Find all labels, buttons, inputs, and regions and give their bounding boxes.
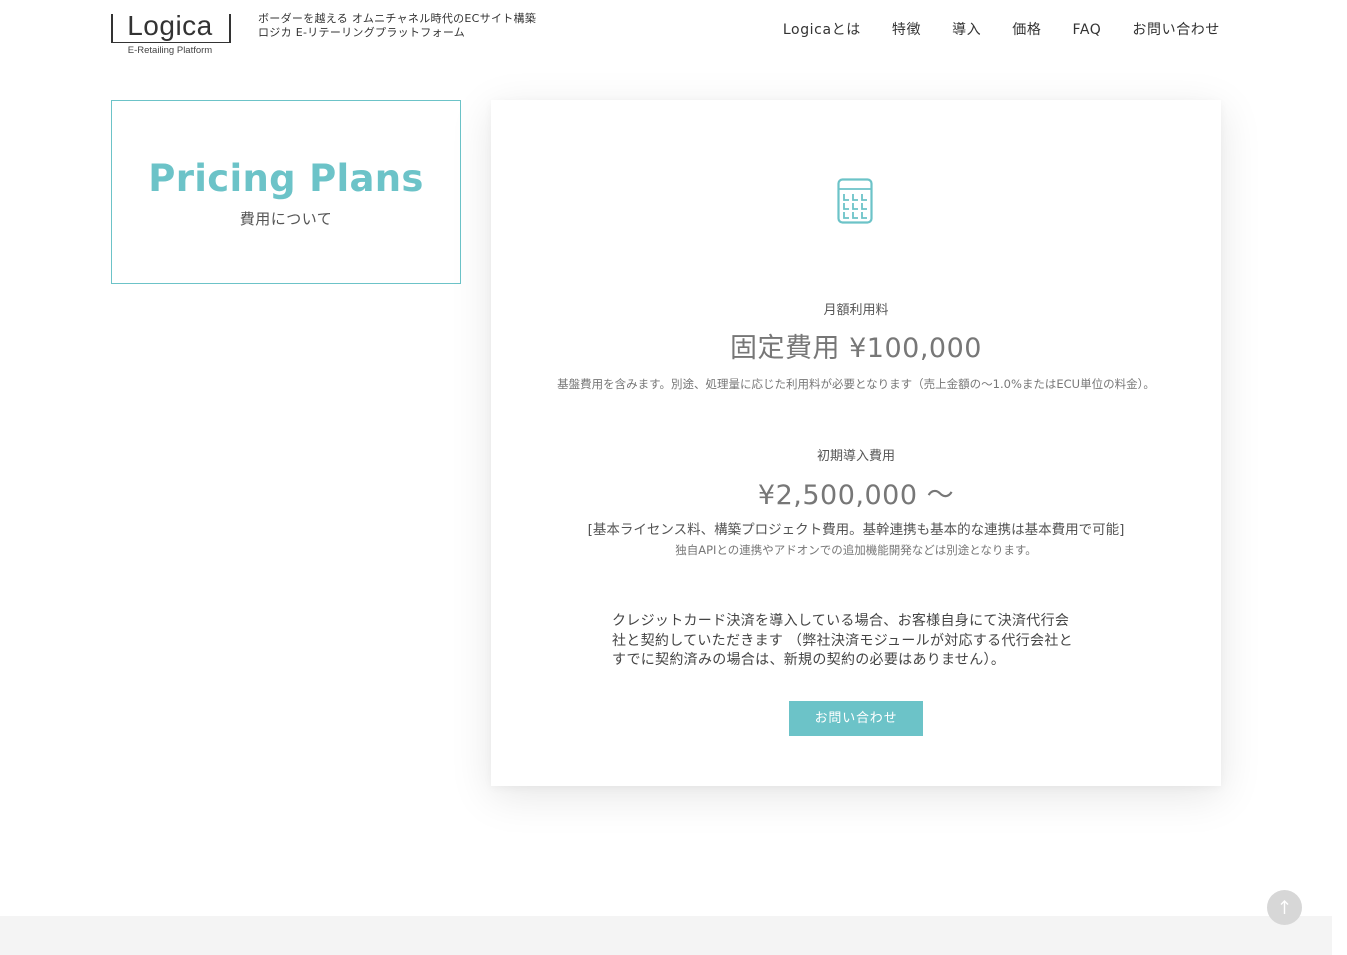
nav-item-pricing[interactable]: 価格 [1012, 20, 1041, 40]
arrow-up-icon [1280, 900, 1289, 914]
initial-fee-label: 初期導入費用 [816, 449, 895, 464]
site-tagline: ボーダーを越える オムニチャネル時代のECサイト構築 ロジカ E-リテーリングプ… [258, 12, 536, 40]
footer-band [0, 916, 1332, 955]
logo-wordmark: Logica [127, 10, 213, 41]
nav-item-contact[interactable]: お問い合わせ [1132, 20, 1220, 40]
payment-note-line-3: すでに契約済みの場合は、新規の契約の必要はありません）。 [612, 652, 1006, 668]
contact-button[interactable]: お問い合わせ [789, 701, 923, 736]
monthly-fee-note: 基盤費用を含みます。別途、処理量に応じた利用料が必要となります（売上金額の〜1.… [557, 377, 1155, 391]
nav-item-about[interactable]: Logicaとは [783, 20, 861, 40]
tagline-line-2: ロジカ E-リテーリングプラットフォーム [258, 26, 466, 39]
monthly-fee-label: 月額利用料 [823, 303, 889, 318]
page-title: Pricing Plans [148, 157, 424, 200]
site-logo[interactable]: Logica E-Retailing Platform [111, 10, 231, 58]
site-header: Logica E-Retailing Platform ボーダーを越える オムニ… [0, 0, 1332, 60]
initial-fee-note-sub: 独自APIとの連携やアドオンでの追加機能開発などは別途となります。 [675, 543, 1037, 557]
initial-fee-price: ¥2,500,000 〜 [757, 480, 955, 511]
nav-item-faq[interactable]: FAQ [1072, 20, 1101, 40]
logo-subtitle: E-Retailing Platform [127, 45, 213, 56]
main-nav: Logicaとは 特徴 導入 価格 FAQ お問い合わせ [783, 20, 1220, 40]
nav-item-introduction[interactable]: 導入 [952, 20, 981, 40]
calculator-icon [837, 178, 873, 224]
scroll-to-top-button[interactable] [1267, 890, 1302, 925]
payment-note-line-2: 社と契約していただきます （弊社決済モジュールが対応する代行会社と [612, 632, 1073, 649]
monthly-fee-price: 固定費用 ¥100,000 [730, 333, 982, 364]
pricing-title-box: Pricing Plans 費用について [111, 100, 461, 284]
pricing-card: 月額利用料 固定費用 ¥100,000 基盤費用を含みます。別途、処理量に応じた… [491, 100, 1221, 786]
payment-note-line-1: クレジットカード決済を導入している場合、お客様自身にて決済代行会 [612, 613, 1070, 629]
nav-item-features[interactable]: 特徴 [892, 20, 921, 40]
initial-fee-note-main: [基本ライセンス料、構築プロジェクト費用。基幹連携も基本的な連携は基本費用で可能… [587, 522, 1125, 538]
tagline-line-1: ボーダーを越える オムニチャネル時代のECサイト構築 [258, 12, 537, 25]
payment-note: クレジットカード決済を導入している場合、お客様自身にて決済代行会 社と契約してい… [612, 612, 1102, 671]
page-subtitle: 費用について [239, 210, 333, 228]
